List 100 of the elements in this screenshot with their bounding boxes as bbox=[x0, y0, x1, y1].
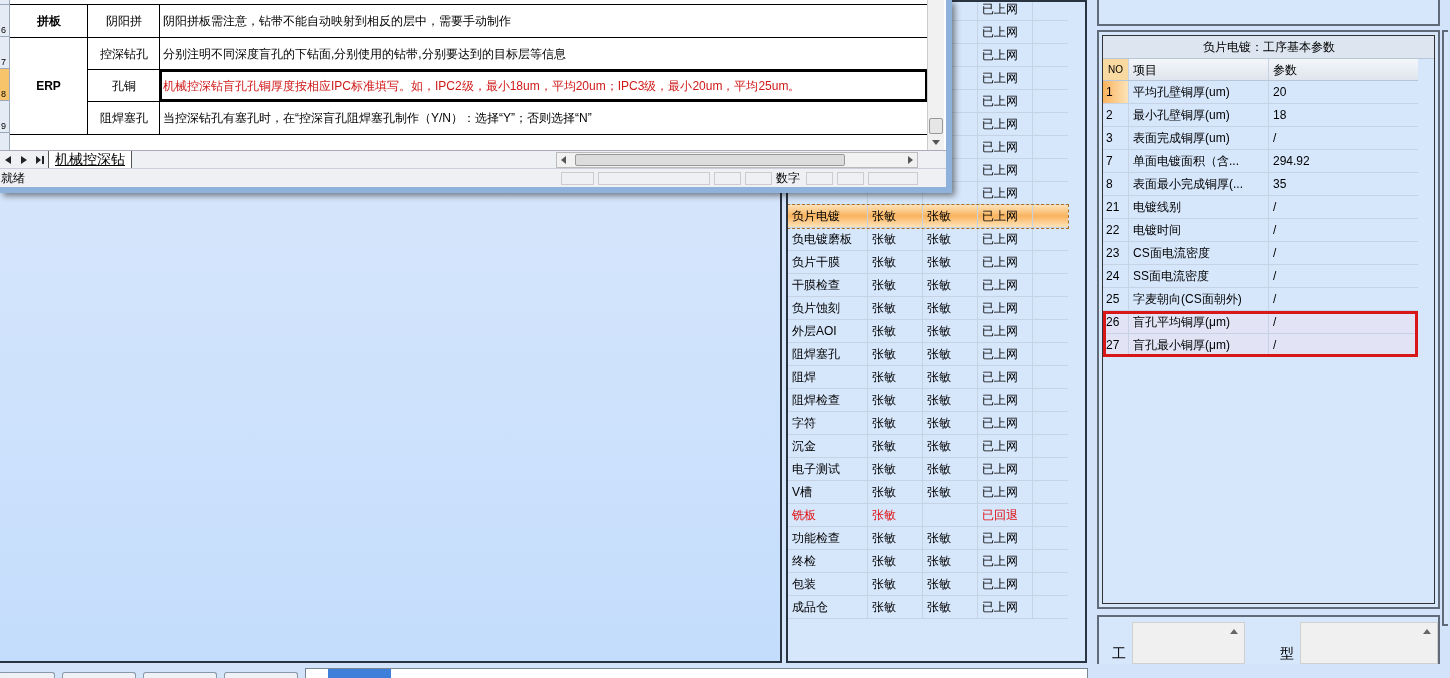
horizontal-scrollbar[interactable] bbox=[556, 151, 918, 168]
process-row[interactable]: 负片电镀 张敏 张敏 已上网 bbox=[788, 205, 1068, 228]
param-name: 表面完成铜厚(um) bbox=[1133, 130, 1230, 148]
param-row[interactable]: 26 盲孔平均铜厚(μm) / bbox=[1103, 311, 1418, 335]
scroll-up-icon[interactable] bbox=[1423, 629, 1431, 634]
status-cell-text: 已上网 bbox=[982, 231, 1018, 248]
param-row[interactable]: 8 表面最小完成铜厚(... 35 bbox=[1103, 173, 1418, 197]
status-cell-text: 已上网 bbox=[982, 392, 1018, 409]
toolbar-button[interactable] bbox=[62, 672, 136, 678]
sheet-tab[interactable]: 机械控深钻 bbox=[48, 151, 132, 168]
status-pane bbox=[837, 171, 864, 185]
vertical-scrollbar[interactable] bbox=[927, 0, 944, 150]
process-row[interactable]: 阻焊检查 张敏 张敏 已上网 bbox=[788, 389, 1068, 412]
toolbar-button[interactable] bbox=[0, 672, 55, 678]
process-name: 终检 bbox=[792, 554, 816, 568]
operator-cell-text: 张敏 bbox=[872, 507, 896, 524]
process-row[interactable]: 外层AOI 张敏 张敏 已上网 bbox=[788, 320, 1068, 343]
checker-cell-text: 张敏 bbox=[927, 484, 951, 501]
scroll-right-icon[interactable] bbox=[908, 155, 913, 164]
operator-cell-text: 张敏 bbox=[872, 530, 896, 547]
status-cell-text: 已上网 bbox=[982, 484, 1018, 501]
scroll-thumb[interactable] bbox=[929, 118, 943, 134]
status-cell-text: 已上网 bbox=[982, 24, 1018, 41]
param-row[interactable]: 22 电镀时间 / bbox=[1103, 219, 1418, 243]
status-text: 就绪 bbox=[1, 170, 25, 187]
process-row[interactable]: 负电镀磨板 张敏 张敏 已上网 bbox=[788, 228, 1068, 251]
scroll-end-icon[interactable] bbox=[36, 155, 44, 164]
toolbar-button[interactable] bbox=[143, 672, 217, 678]
row-number-cell[interactable]: 21 bbox=[1103, 196, 1128, 219]
checker-cell-text: 张敏 bbox=[927, 254, 951, 271]
param-value: / bbox=[1273, 130, 1277, 148]
status-cell-text: 已上网 bbox=[982, 300, 1018, 317]
status-pane bbox=[714, 171, 741, 185]
row-number-cell[interactable]: 2 bbox=[1103, 104, 1128, 127]
param-row[interactable]: 7 单面电镀面积（含... 294.92 bbox=[1103, 150, 1418, 174]
process-name: 阻焊 bbox=[792, 370, 816, 384]
process-row[interactable]: 电子测试 张敏 张敏 已上网 bbox=[788, 458, 1068, 481]
param-name: 单面电镀面积（含... bbox=[1133, 153, 1239, 171]
process-row[interactable]: 功能检查 张敏 张敏 已上网 bbox=[788, 527, 1068, 550]
process-row[interactable]: 阻焊塞孔 张敏 张敏 已上网 bbox=[788, 343, 1068, 366]
toolbar-button[interactable] bbox=[224, 672, 298, 678]
checker-cell-text: 张敏 bbox=[927, 576, 951, 593]
row-number-cell[interactable]: 26 bbox=[1103, 311, 1128, 334]
scroll-left-icon[interactable] bbox=[561, 155, 566, 164]
row-header: 6 bbox=[0, 5, 9, 37]
param-row[interactable]: 23 CS面电流密度 / bbox=[1103, 242, 1418, 266]
param-row[interactable]: 21 电镀线别 / bbox=[1103, 196, 1418, 220]
param-row[interactable]: 24 SS面电流密度 / bbox=[1103, 265, 1418, 289]
param-row[interactable]: 3 表面完成铜厚(um) / bbox=[1103, 127, 1418, 151]
row-number-cell[interactable]: 23 bbox=[1103, 242, 1128, 265]
scroll-down-icon[interactable] bbox=[932, 140, 940, 145]
process-row[interactable]: 负片干膜 张敏 张敏 已上网 bbox=[788, 251, 1068, 274]
scroll-thumb[interactable] bbox=[575, 153, 845, 166]
status-cell-text: 已上网 bbox=[982, 93, 1018, 110]
process-row[interactable]: 成品仓 张敏 张敏 已上网 bbox=[788, 596, 1068, 619]
param-value: 18 bbox=[1273, 107, 1287, 125]
param-name: 电镀线别 bbox=[1133, 199, 1181, 217]
param-row[interactable]: 25 字麦朝向(CS面朝外) / bbox=[1103, 288, 1418, 312]
input-field[interactable] bbox=[305, 668, 1088, 678]
param-value: / bbox=[1273, 245, 1277, 263]
operator-cell-text: 张敏 bbox=[872, 438, 896, 455]
process-row[interactable]: 负片蚀刻 张敏 张敏 已上网 bbox=[788, 297, 1068, 320]
param-row[interactable]: 1 平均孔壁铜厚(um) 20 bbox=[1103, 81, 1418, 105]
row-number-cell[interactable]: 8 bbox=[1103, 173, 1128, 196]
process-row[interactable]: 沉金 张敏 张敏 已上网 bbox=[788, 435, 1068, 458]
scroll-left-icon[interactable] bbox=[5, 155, 11, 164]
status-cell-text: 已上网 bbox=[982, 530, 1018, 547]
param-row[interactable]: 27 盲孔最小铜厚(μm) / bbox=[1103, 334, 1418, 358]
process-row[interactable]: V槽 张敏 张敏 已上网 bbox=[788, 481, 1068, 504]
item-cell-text: 控深钻孔 bbox=[99, 45, 148, 63]
row-number-cell[interactable]: 27 bbox=[1103, 334, 1128, 357]
checker-cell-text: 张敏 bbox=[927, 346, 951, 363]
row-number-cell[interactable]: 24 bbox=[1103, 265, 1128, 288]
param-name: 盲孔平均铜厚(μm) bbox=[1133, 314, 1230, 332]
status-cell-text: 已回退 bbox=[982, 507, 1018, 524]
process-name: 外层AOI bbox=[792, 324, 837, 338]
process-row[interactable]: 包装 张敏 张敏 已上网 bbox=[788, 573, 1068, 596]
process-row[interactable]: 干膜检查 张敏 张敏 已上网 bbox=[788, 274, 1068, 297]
process-row[interactable]: 终检 张敏 张敏 已上网 bbox=[788, 550, 1068, 573]
row-number-cell[interactable]: 3 bbox=[1103, 127, 1128, 150]
scroll-up-icon[interactable] bbox=[1229, 629, 1238, 634]
status-cell-text: 已上网 bbox=[982, 438, 1018, 455]
process-row[interactable]: 阻焊 张敏 张敏 已上网 bbox=[788, 366, 1068, 389]
checker-cell-text: 张敏 bbox=[927, 392, 951, 409]
scroll-right-icon[interactable] bbox=[21, 155, 27, 164]
row-number-cell[interactable]: 7 bbox=[1103, 150, 1128, 173]
process-row[interactable]: 铣板 张敏 已回退 bbox=[788, 504, 1068, 527]
row-number-cell[interactable]: 1 bbox=[1103, 81, 1128, 104]
param-name: 盲孔最小铜厚(μm) bbox=[1133, 337, 1230, 355]
param-row[interactable]: 2 最小孔壁铜厚(um) 18 bbox=[1103, 104, 1418, 128]
status-cell-text: 已上网 bbox=[982, 553, 1018, 570]
checker-cell-text: 张敏 bbox=[927, 208, 951, 225]
process-name: 功能检查 bbox=[792, 531, 840, 545]
item-cell-text: 孔铜 bbox=[111, 77, 136, 95]
checker-cell-text: 张敏 bbox=[927, 231, 951, 248]
process-row[interactable]: 字符 张敏 张敏 已上网 bbox=[788, 412, 1068, 435]
row-number-cell[interactable]: 22 bbox=[1103, 219, 1128, 242]
row-number-cell[interactable]: 25 bbox=[1103, 288, 1128, 311]
checker-cell-text: 张敏 bbox=[927, 277, 951, 294]
checker-cell-text: 张敏 bbox=[927, 553, 951, 570]
